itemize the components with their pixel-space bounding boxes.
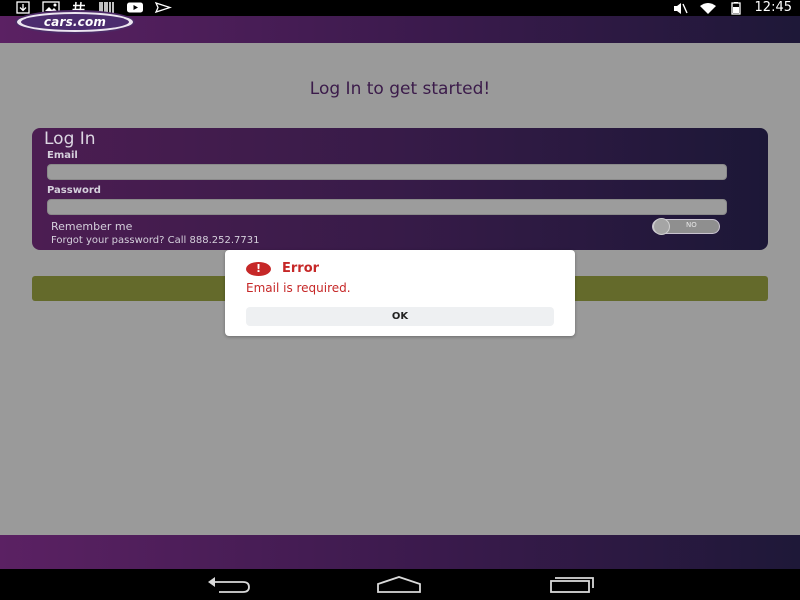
ok-button[interactable]: OK [246, 307, 554, 326]
error-dialog: ! Error Email is required. OK [225, 250, 575, 336]
forgot-password-text[interactable]: Forgot your password? Call 888.252.7731 [51, 235, 259, 246]
send-icon [154, 1, 172, 14]
page-title: Log In to get started! [309, 79, 491, 99]
wifi-icon [699, 2, 716, 14]
logo-text: cars.com [43, 15, 107, 29]
remember-me-toggle[interactable]: NO [652, 218, 720, 235]
cars-logo[interactable]: cars.com [15, 10, 135, 34]
mute-icon [673, 2, 688, 14]
dialog-title: Error [282, 261, 320, 276]
password-label: Password [47, 185, 101, 196]
navigation-bar [0, 569, 800, 600]
login-card-title: Log In [44, 129, 96, 149]
toggle-knob [653, 218, 670, 235]
login-card: Log In Email Password Remember me NO For… [32, 128, 768, 250]
back-icon[interactable] [205, 574, 251, 594]
recent-apps-icon[interactable] [549, 574, 595, 594]
download-icon [16, 1, 30, 14]
home-icon[interactable] [376, 574, 422, 594]
email-field[interactable] [47, 164, 727, 180]
status-right-icons: 12:45 [671, 1, 792, 15]
logo-badge: cars.com [21, 14, 129, 30]
status-time: 12:45 [754, 0, 792, 15]
dialog-message: Email is required. [246, 281, 351, 295]
bottom-bar [0, 535, 800, 569]
email-label: Email [47, 150, 78, 161]
remember-me-label: Remember me [51, 220, 133, 233]
password-field[interactable] [47, 199, 727, 215]
youtube-icon [127, 2, 143, 13]
toggle-state-text: NO [686, 221, 697, 229]
battery-icon [730, 1, 741, 15]
error-icon: ! [246, 262, 271, 276]
